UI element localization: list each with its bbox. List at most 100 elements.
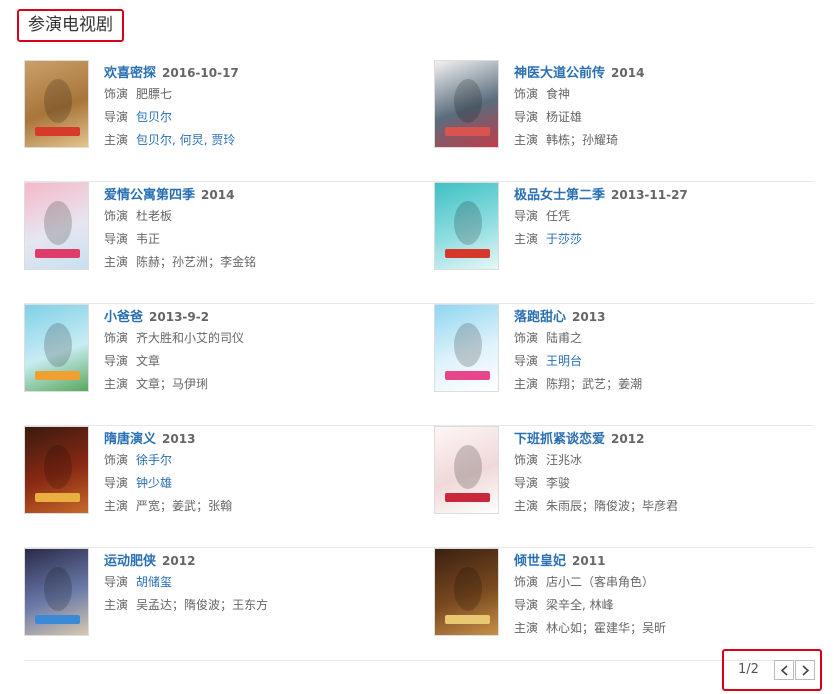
series-title-line: 极品女士第二季 2013-11-27 [514, 182, 814, 205]
meta-line: 导演 胡储玺 [104, 571, 404, 594]
person-link[interactable]: 胡储玺 [136, 575, 172, 589]
person-link[interactable]: 钟少雄 [136, 476, 172, 490]
series-card: 欢喜密探 2016-10-17 饰演 肥膘七 导演 包贝尔 主演 包贝尔, 何炅, 贾玲 [24, 60, 414, 150]
meta-value: 张翰 [208, 499, 233, 513]
meta-value: 武艺 [582, 377, 607, 391]
series-date: 2014 [611, 66, 645, 80]
meta-line: 导演 李骏 [514, 472, 814, 495]
poster-art-icon [35, 445, 80, 502]
meta-label: 主演 [104, 499, 129, 513]
series-title-line: 下班抓紧谈恋爱 2012 [514, 426, 814, 449]
meta-value: 严宽 [136, 499, 161, 513]
poster-art-icon [35, 567, 80, 624]
series-info: 极品女士第二季 2013-11-27 导演 任凭 主演 于莎莎 [514, 182, 814, 251]
meta-value: 马伊琍 [172, 377, 209, 391]
person-link[interactable]: 包贝尔 [136, 110, 172, 124]
meta-label: 导演 [514, 476, 539, 490]
series-date: 2016-10-17 [162, 66, 239, 80]
meta-value: 韩栋 [546, 133, 571, 147]
series-title-link[interactable]: 小爸爸 [104, 310, 143, 325]
person-link[interactable]: 徐手尔 [136, 453, 172, 467]
tv-series-grid: 欢喜密探 2016-10-17 饰演 肥膘七 导演 包贝尔 主演 包贝尔, 何炅, 贾玲 神医大… [24, 60, 814, 661]
person-link[interactable]: 于莎莎 [546, 232, 582, 246]
meta-line: 主演 包贝尔, 何炅, 贾玲 [104, 129, 404, 152]
series-poster[interactable] [434, 304, 499, 392]
series-row: 隋唐演义 2013 饰演 徐手尔 导演 钟少雄 主演 严宽；姜武；张翰 下班抓紧谈恋爱 2012 饰… [24, 426, 814, 548]
meta-line: 主演 吴孟达；隋俊波；王东方 [104, 594, 404, 617]
person-link[interactable]: 贾玲 [211, 133, 235, 147]
meta-label: 主演 [514, 621, 539, 635]
meta-label: 主演 [104, 255, 129, 269]
series-title-link[interactable]: 爱情公寓第四季 [104, 188, 195, 203]
meta-label: 主演 [104, 133, 129, 147]
person-link[interactable]: 王明台 [546, 354, 582, 368]
series-title-link[interactable]: 落跑甜心 [514, 310, 566, 325]
series-title-line: 小爸爸 2013-9-2 [104, 304, 404, 327]
meta-value: 孙艺洲 [172, 255, 209, 269]
meta-value: 文章 [136, 354, 161, 368]
series-title-link[interactable]: 运动肥侠 [104, 554, 156, 569]
person-link[interactable]: , [172, 133, 180, 147]
meta-line: 饰演 陆甫之 [514, 327, 814, 350]
meta-value: 吴昕 [642, 621, 667, 635]
series-info: 爱情公寓第四季 2014 饰演 杜老板 导演 韦正 主演 陈赫；孙艺洲；李金铭 [104, 182, 404, 274]
meta-value: 杨证雄 [546, 110, 583, 124]
series-poster[interactable] [434, 548, 499, 636]
meta-value: 陈翔 [546, 377, 571, 391]
meta-line: 导演 梁辛全, 林峰 [514, 594, 814, 617]
series-card: 下班抓紧谈恋爱 2012 饰演 汪兆冰 导演 李骏 主演 朱雨辰；隋俊波；毕彦君 [434, 426, 824, 516]
meta-value: 李金铭 [220, 255, 257, 269]
meta-line: 主演 林心如；霍建华；吴昕 [514, 617, 814, 640]
meta-value: ； [630, 621, 643, 635]
meta-value: ； [570, 133, 583, 147]
series-poster[interactable] [434, 426, 499, 514]
poster-art-icon [35, 323, 80, 380]
meta-label: 导演 [104, 354, 129, 368]
series-poster[interactable] [24, 60, 89, 148]
next-page-button[interactable] [795, 660, 815, 680]
series-poster[interactable] [24, 548, 89, 636]
series-title-link[interactable]: 极品女士第二季 [514, 188, 605, 203]
series-info: 隋唐演义 2013 饰演 徐手尔 导演 钟少雄 主演 严宽；姜武；张翰 [104, 426, 404, 518]
series-title-line: 运动肥侠 2012 [104, 548, 404, 571]
meta-line: 主演 陈翔；武艺；姜潮 [514, 373, 814, 396]
prev-page-button[interactable] [774, 660, 794, 680]
section-title: 参演电视剧 [17, 9, 124, 42]
series-poster[interactable] [24, 304, 89, 392]
series-info: 欢喜密探 2016-10-17 饰演 肥膘七 导演 包贝尔 主演 包贝尔, 何炅, 贾玲 [104, 60, 404, 152]
series-card: 运动肥侠 2012 导演 胡储玺 主演 吴孟达；隋俊波；王东方 [24, 548, 414, 638]
series-poster[interactable] [24, 182, 89, 270]
meta-label: 主演 [514, 133, 539, 147]
meta-label: 导演 [514, 209, 539, 223]
series-card: 隋唐演义 2013 饰演 徐手尔 导演 钟少雄 主演 严宽；姜武；张翰 [24, 426, 414, 516]
person-link[interactable]: 包贝尔 [136, 133, 172, 147]
series-poster[interactable] [24, 426, 89, 514]
series-poster[interactable] [434, 60, 499, 148]
meta-label: 主演 [104, 598, 129, 612]
series-info: 落跑甜心 2013 饰演 陆甫之 导演 王明台 主演 陈翔；武艺；姜潮 [514, 304, 814, 396]
meta-value: ； [570, 377, 583, 391]
series-poster[interactable] [434, 182, 499, 270]
meta-value: ； [220, 598, 233, 612]
series-date: 2013-11-27 [611, 188, 688, 202]
meta-value: 韦正 [136, 232, 161, 246]
poster-art-icon [35, 201, 80, 258]
meta-line: 导演 任凭 [514, 205, 814, 228]
meta-line: 饰演 齐大胜和小艾的司仪 [104, 327, 404, 350]
series-title-link[interactable]: 隋唐演义 [104, 432, 156, 447]
series-date: 2012 [162, 554, 196, 568]
person-link[interactable]: 何炅 [180, 133, 204, 147]
series-title-link[interactable]: 下班抓紧谈恋爱 [514, 432, 605, 447]
series-title-line: 神医大道公前传 2014 [514, 60, 814, 83]
meta-line: 导演 钟少雄 [104, 472, 404, 495]
meta-line: 饰演 食神 [514, 83, 814, 106]
meta-value: 林峰 [589, 598, 614, 612]
meta-value: ； [196, 499, 209, 513]
series-title-link[interactable]: 神医大道公前传 [514, 66, 605, 81]
series-date: 2014 [201, 188, 235, 202]
meta-value: 吴孟达 [136, 598, 173, 612]
series-title-link[interactable]: 倾世皇妃 [514, 554, 566, 569]
series-title-link[interactable]: 欢喜密探 [104, 66, 156, 81]
series-date: 2013 [572, 310, 606, 324]
series-card: 爱情公寓第四季 2014 饰演 杜老板 导演 韦正 主演 陈赫；孙艺洲；李金铭 [24, 182, 414, 272]
